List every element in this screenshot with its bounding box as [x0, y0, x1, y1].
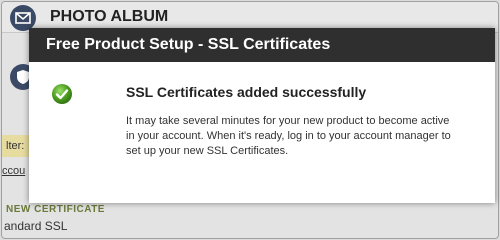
- success-message-body: It may take several minutes for your new…: [126, 115, 451, 157]
- background-title: PHOTO ALBUM: [50, 8, 169, 25]
- setup-dialog: Free Product Setup - SSL Certificates SS…: [29, 28, 495, 203]
- background-standard-ssl-label: andard SSL: [4, 219, 68, 233]
- success-message-title: SSL Certificates added successfully: [126, 84, 367, 100]
- background-new-certificate-label: NEW CERTIFICATE: [6, 204, 105, 215]
- background-account-link[interactable]: ccou: [2, 165, 25, 177]
- dialog-header: Free Product Setup - SSL Certificates: [29, 28, 495, 62]
- check-circle-icon: [51, 83, 73, 105]
- dialog-title: Free Product Setup - SSL Certificates: [46, 36, 331, 53]
